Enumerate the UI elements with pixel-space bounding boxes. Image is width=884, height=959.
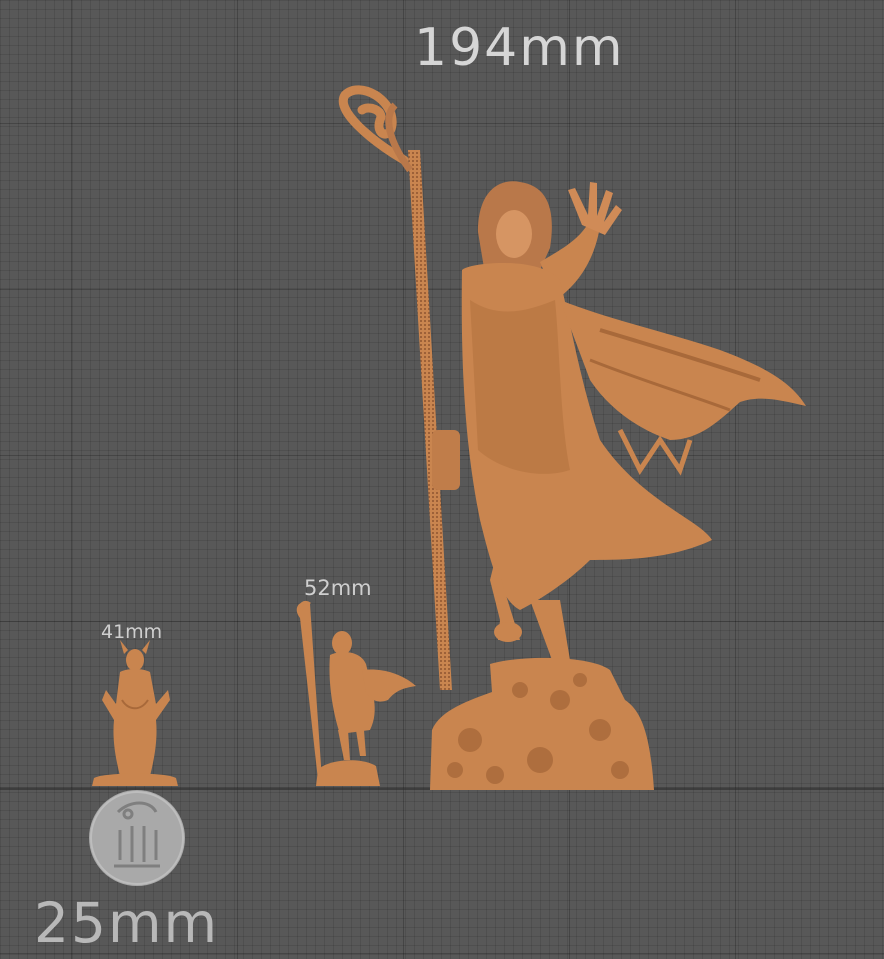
medium-height-label: 52mm <box>304 576 372 600</box>
base-coin <box>89 790 185 886</box>
large-height-label: 194mm <box>414 18 625 78</box>
size-comparison-canvas: 194mm 52mm 41mm 25mm <box>0 0 884 959</box>
base-size-label: 25mm <box>34 891 220 955</box>
small-height-label: 41mm <box>101 621 163 643</box>
